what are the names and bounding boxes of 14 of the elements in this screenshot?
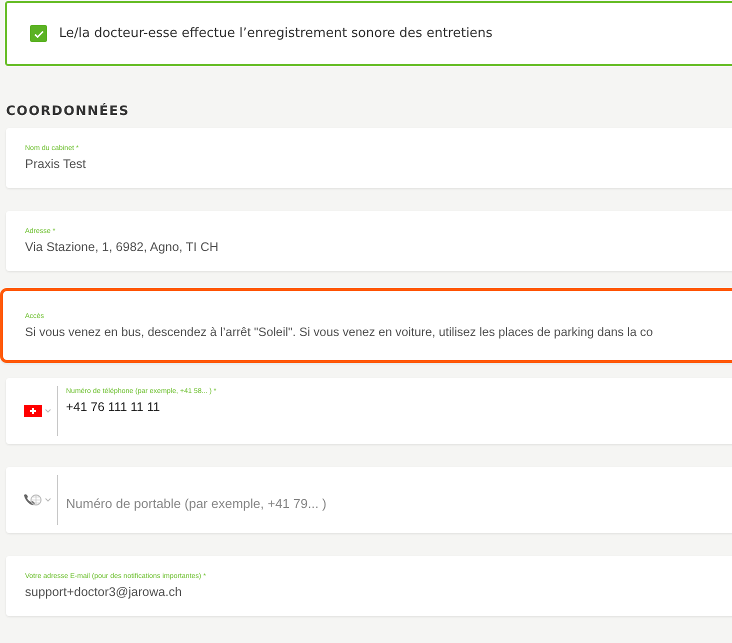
checkbox-label: Le/la docteur-esse effectue l’enregistrement sonore des entretiens	[59, 26, 493, 41]
caret-icon	[45, 498, 51, 502]
section-title: COORDONNÉES	[6, 104, 130, 119]
field-value: support+doctor3@jarowa.ch	[25, 585, 183, 599]
phone-field[interactable]: Numéro de portable (par exemple, +41 79... )	[6, 467, 732, 533]
field-value: Si vous venez en bus, descendez à l’arrêt "Soleil". Si vous venez en voiture, utilisez les places de parking dans la co	[25, 324, 654, 338]
field-value: Via Stazione, 1, 6982, Agno, TI CH	[25, 240, 220, 254]
field-placeholder: Numéro de portable (par exemple, +41 79... )	[66, 496, 327, 511]
field-value: +41 76 111 11 11	[66, 400, 161, 414]
checkbox[interactable]	[30, 25, 47, 42]
phone-globe-icon	[22, 493, 42, 507]
swiss-flag-icon	[24, 405, 42, 417]
caret-icon	[45, 409, 51, 413]
field-value: Praxis Test	[25, 157, 87, 171]
